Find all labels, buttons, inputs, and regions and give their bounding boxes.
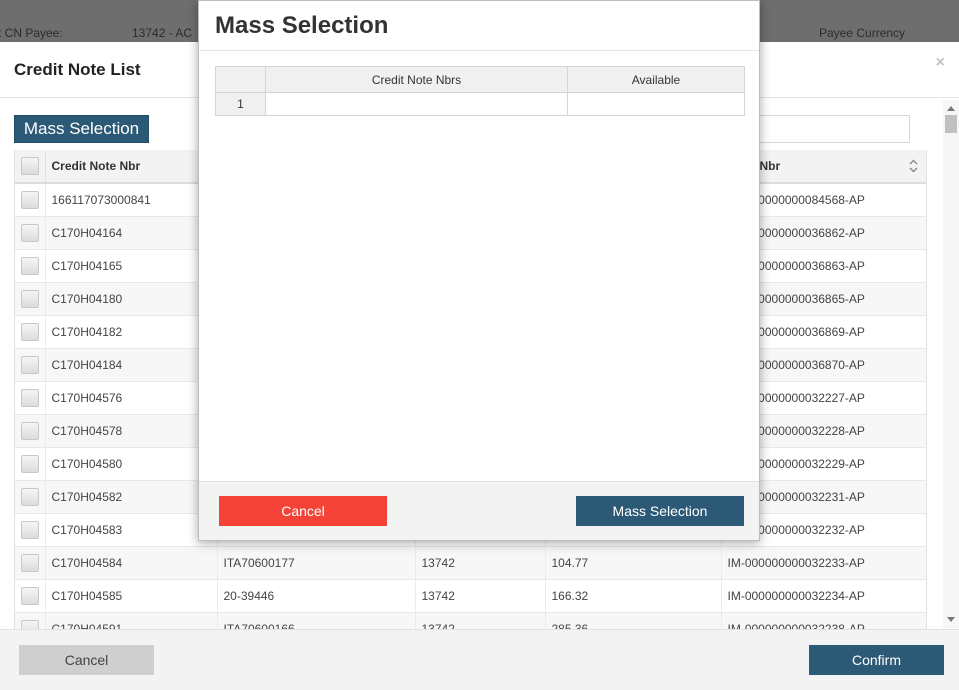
row-checkbox[interactable]: [20, 520, 39, 539]
table-cell: C170H04580: [45, 447, 218, 481]
row-checkbox[interactable]: [20, 190, 39, 209]
row-checkbox-cell: [15, 216, 46, 250]
row-checkbox[interactable]: [20, 289, 39, 308]
row-checkbox[interactable]: [20, 322, 39, 341]
row-checkbox[interactable]: [20, 388, 39, 407]
row-number-header: [215, 66, 266, 93]
confirm-button[interactable]: Confirm: [809, 645, 944, 675]
table-cell: ITA70600177: [217, 546, 416, 580]
table-cell: C170H04578: [45, 414, 218, 448]
table-cell: 13742: [415, 612, 546, 629]
scroll-up-arrow-icon[interactable]: [947, 106, 955, 111]
editable-cell[interactable]: [567, 92, 745, 116]
table-row: 1: [215, 92, 745, 116]
table-cell: 20-39446: [217, 579, 416, 613]
column-header-credit-note-nbr[interactable]: Credit Note Nbr: [45, 150, 218, 184]
filter-input[interactable]: [744, 115, 910, 143]
bg-payee-value: 13742 - AC: [132, 26, 193, 40]
mass-selection-cancel-button[interactable]: Cancel: [219, 496, 387, 526]
row-checkbox-cell: [15, 480, 46, 514]
row-checkbox[interactable]: [20, 223, 39, 242]
table-cell: 166117073000841: [45, 183, 218, 217]
table-row[interactable]: C170H04585 20-39446 13742 166.32 IM-00000000…: [15, 579, 926, 613]
row-checkbox[interactable]: [20, 553, 39, 572]
editable-cell[interactable]: [265, 92, 568, 116]
table-cell: 104.77: [545, 546, 722, 580]
table-cell: C170H04583: [45, 513, 218, 547]
column-header-credit-note-nbrs: Credit Note Nbrs: [265, 66, 568, 93]
table-cell: C170H04184: [45, 348, 218, 382]
mass-selection-header-row: Credit Note Nbrs Available: [215, 66, 745, 93]
table-cell: IM-000000000032234-AP: [721, 579, 926, 613]
mass-selection-header: Mass Selection: [199, 1, 759, 51]
row-checkbox-cell: [15, 414, 46, 448]
table-cell: 13742: [415, 546, 546, 580]
close-icon[interactable]: ×: [936, 54, 945, 72]
row-checkbox-cell: [15, 381, 46, 415]
row-checkbox[interactable]: [20, 421, 39, 440]
row-checkbox-cell: [15, 513, 46, 547]
table-cell: IM-000000000032238-AP: [721, 612, 926, 629]
table-cell: IM-000000000032233-AP: [721, 546, 926, 580]
row-checkbox-cell: [15, 546, 46, 580]
row-number-cell: 1: [215, 92, 266, 116]
scrollbar-thumb[interactable]: [945, 115, 957, 133]
table-cell: C170H04582: [45, 480, 218, 514]
mass-selection-modal: Mass Selection Credit Note Nbrs Availabl…: [198, 0, 760, 541]
table-cell: C170H04585: [45, 579, 218, 613]
row-checkbox[interactable]: [20, 487, 39, 506]
row-checkbox-cell: [15, 612, 46, 629]
table-cell: 13742: [415, 579, 546, 613]
column-header-available: Available: [567, 66, 745, 93]
table-row[interactable]: C170H04591 ITA70600166 13742 285.36 IM-00000…: [15, 612, 926, 629]
sort-icon[interactable]: [909, 159, 918, 173]
table-cell: C170H04584: [45, 546, 218, 580]
mass-selection-table: Credit Note Nbrs Available 1: [215, 66, 745, 116]
select-all-checkbox[interactable]: [20, 157, 39, 175]
row-checkbox[interactable]: [20, 355, 39, 374]
table-cell: C170H04591: [45, 612, 218, 629]
vertical-scrollbar[interactable]: [943, 100, 959, 628]
bg-payee-currency-label: Payee Currency: [819, 26, 906, 40]
row-checkbox-cell: [15, 183, 46, 217]
row-checkbox[interactable]: [20, 454, 39, 473]
mass-selection-footer: Cancel Mass Selection: [199, 481, 759, 540]
mass-selection-button[interactable]: Mass Selection: [14, 115, 149, 143]
row-checkbox[interactable]: [20, 256, 39, 275]
select-all-checkbox-cell: [15, 150, 46, 184]
table-row[interactable]: C170H04584 ITA70600177 13742 104.77 IM-00000…: [15, 546, 926, 580]
table-cell: C170H04180: [45, 282, 218, 316]
cancel-button[interactable]: Cancel: [19, 645, 154, 675]
row-checkbox-cell: [15, 447, 46, 481]
table-cell: C170H04182: [45, 315, 218, 349]
mass-selection-submit-button[interactable]: Mass Selection: [576, 496, 744, 526]
scroll-down-arrow-icon[interactable]: [947, 617, 955, 622]
row-checkbox[interactable]: [20, 619, 39, 629]
table-cell: ITA70600166: [217, 612, 416, 629]
credit-note-list-title: Credit Note List: [14, 60, 141, 79]
mass-selection-title: Mass Selection: [215, 12, 389, 39]
row-checkbox-cell: [15, 282, 46, 316]
table-cell: C170H04164: [45, 216, 218, 250]
row-checkbox-cell: [15, 315, 46, 349]
row-checkbox[interactable]: [20, 586, 39, 605]
table-cell: 166.32: [545, 579, 722, 613]
table-cell: 285.36: [545, 612, 722, 629]
row-checkbox-cell: [15, 249, 46, 283]
credit-note-list-footer: Cancel Confirm: [0, 629, 959, 690]
row-checkbox-cell: [15, 579, 46, 613]
table-cell: C170H04576: [45, 381, 218, 415]
table-cell: C170H04165: [45, 249, 218, 283]
row-checkbox-cell: [15, 348, 46, 382]
column-header-label: Credit Note Nbr: [51, 159, 141, 173]
bg-payee-label: t CN Payee:: [0, 26, 63, 40]
